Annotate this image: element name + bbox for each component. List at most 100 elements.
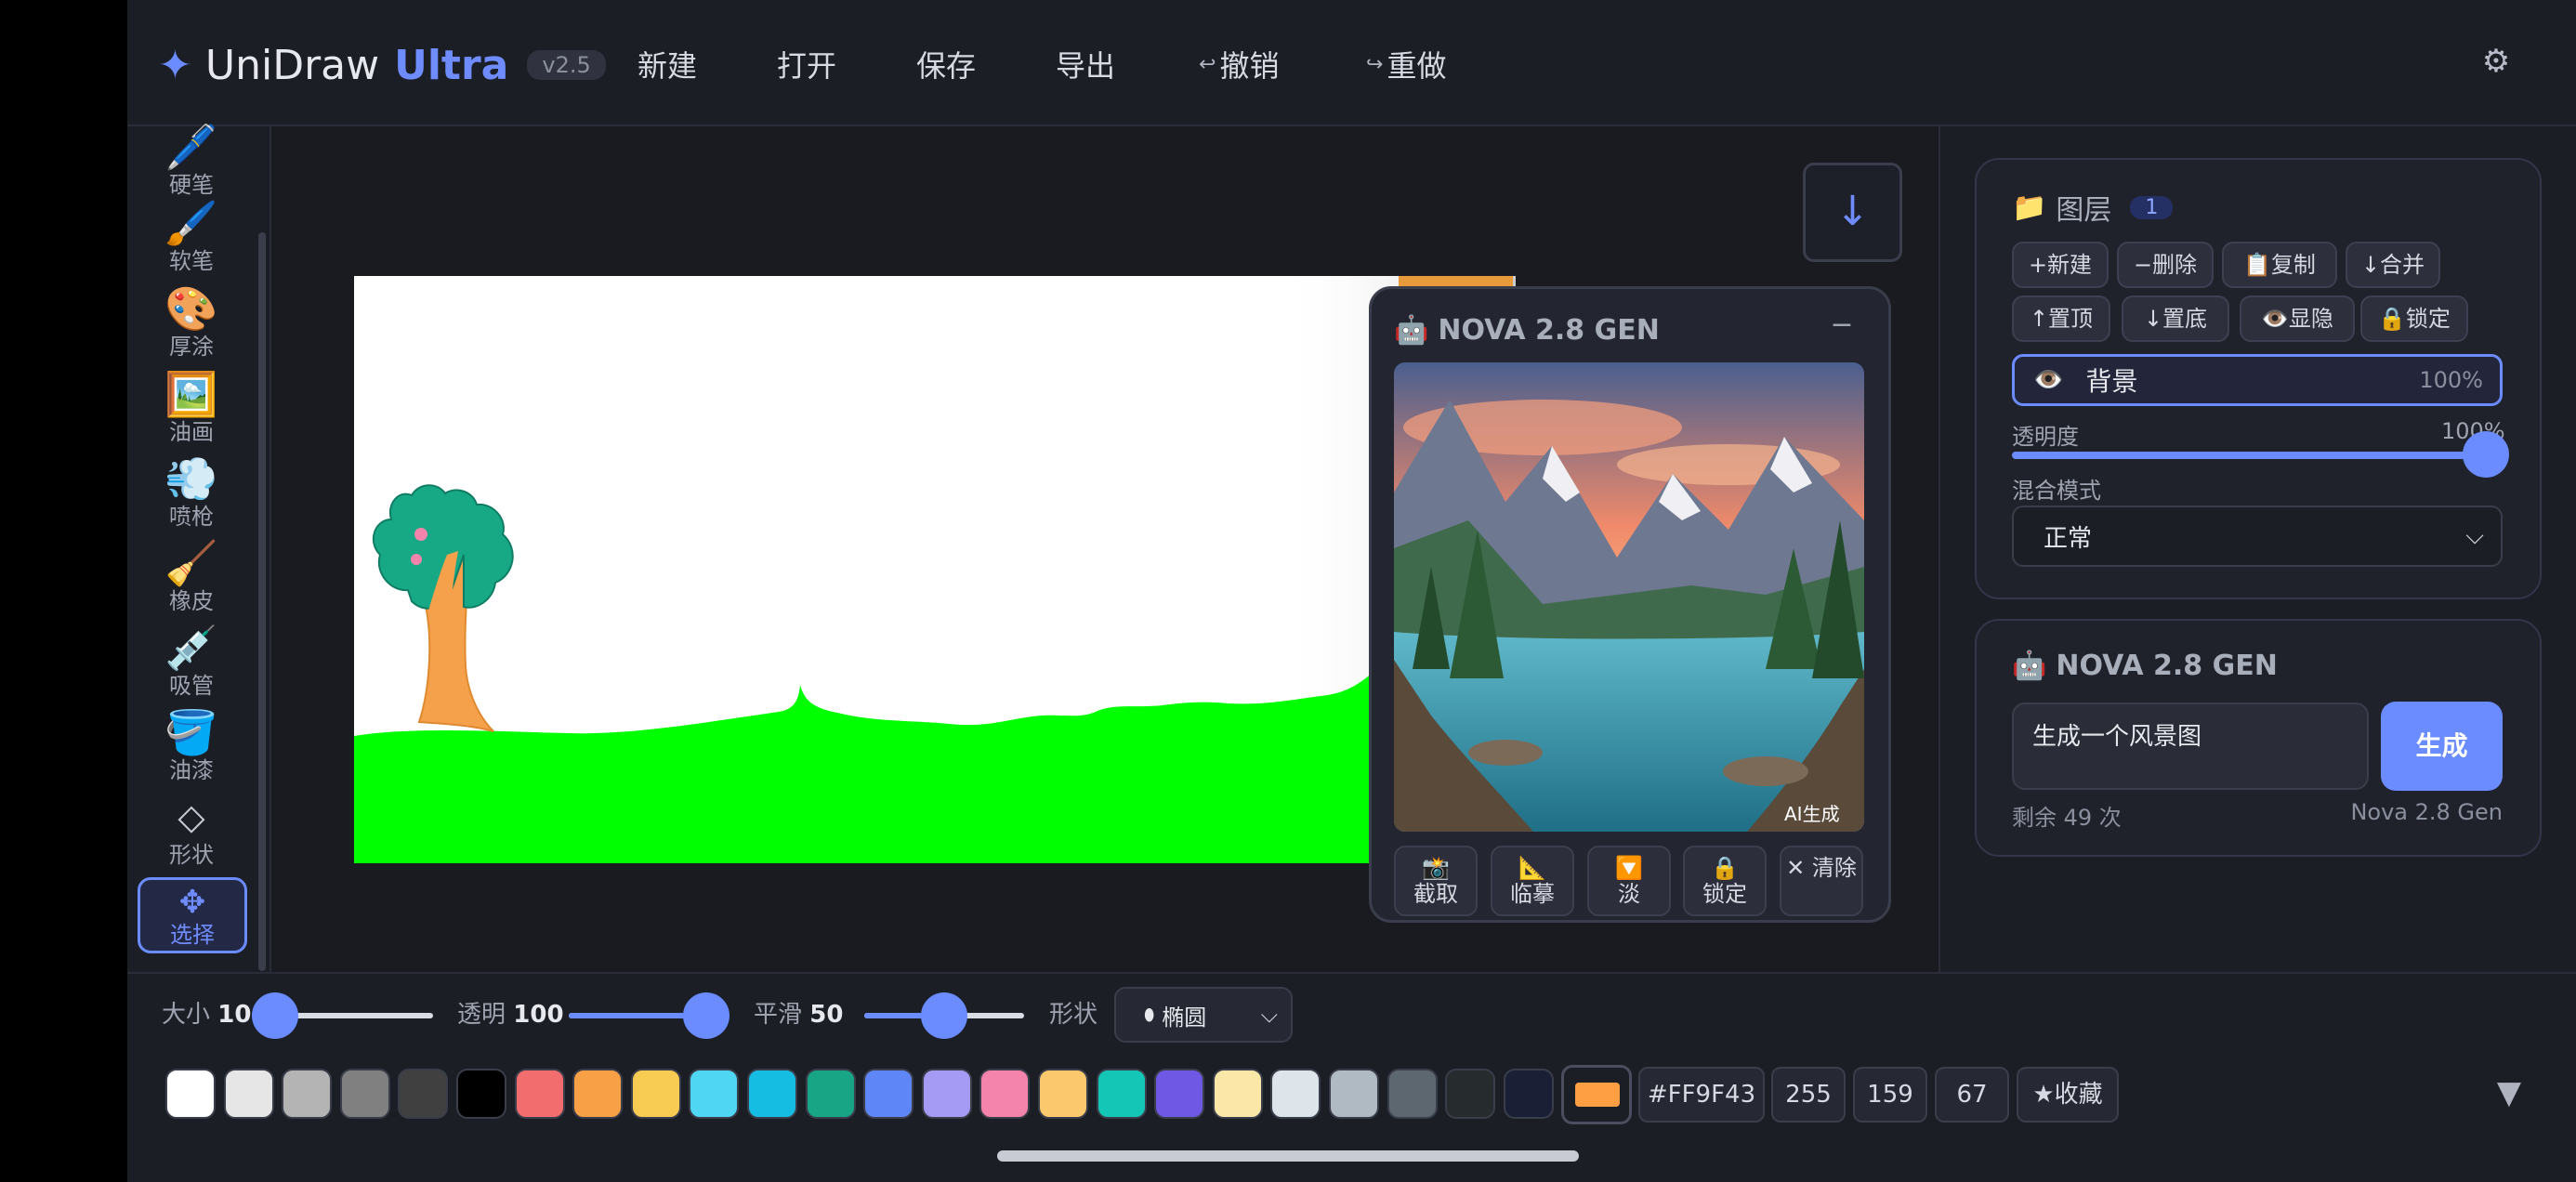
framed-picture-icon: 🖼️	[164, 369, 218, 419]
nova-trace-button[interactable]: 📐 临摹	[1491, 846, 1574, 916]
layer-lock-button[interactable]: 🔒锁定	[2360, 296, 2468, 342]
blend-mode-label: 混合模式	[2012, 478, 2101, 504]
tool-impasto[interactable]: 🎨 厚涂	[135, 284, 248, 361]
palette-swatch[interactable]	[282, 1069, 333, 1119]
slider-knob[interactable]	[683, 992, 729, 1039]
tool-label: 橡皮	[169, 588, 214, 614]
palette-swatch[interactable]	[689, 1069, 740, 1119]
palette-swatch[interactable]	[339, 1069, 390, 1119]
prompt-input[interactable]: 生成一个风景图	[2012, 703, 2369, 790]
robot-icon: 🤖	[1394, 313, 1429, 347]
nova-action-label: 淡	[1618, 881, 1640, 907]
tool-shape[interactable]: ◇ 形状	[135, 793, 248, 869]
layer-copy-button[interactable]: 📋复制	[2222, 242, 2337, 288]
palette-swatch[interactable]	[1329, 1069, 1379, 1119]
brush-shape-select[interactable]: ⬮ 椭圆 ⌵	[1114, 987, 1293, 1043]
tool-scrollbar[interactable]	[258, 232, 266, 971]
palette-swatch[interactable]	[630, 1069, 681, 1119]
menu-open[interactable]: 打开	[777, 41, 836, 87]
tool-select[interactable]: ✥ 选择	[138, 877, 247, 953]
tool-eyedropper[interactable]: 💉 吸管	[135, 624, 248, 700]
opacity-label: 透明度	[2012, 424, 2079, 450]
layer-bring-top-button[interactable]: ↑置顶	[2012, 296, 2110, 342]
brush-opacity-slider[interactable]	[569, 992, 729, 1039]
tool-label: 选择	[170, 922, 215, 948]
layer-item-background[interactable]: 👁️ 背景 100%	[2012, 354, 2503, 406]
layer-opacity-knob[interactable]	[2463, 431, 2509, 478]
palette-swatch[interactable]	[165, 1069, 216, 1119]
palette-swatch[interactable]	[1503, 1069, 1554, 1119]
layer-merge-button[interactable]: ↓合并	[2346, 242, 2440, 288]
palette-swatch[interactable]	[921, 1069, 972, 1119]
smoothing-slider[interactable]	[864, 992, 1024, 1039]
palette-swatch[interactable]	[514, 1069, 565, 1119]
tool-paint-bucket[interactable]: 🪣 油漆	[135, 708, 248, 784]
palette-swatch[interactable]	[747, 1069, 797, 1119]
palette-swatch[interactable]	[1154, 1069, 1205, 1119]
palette-swatch[interactable]	[1212, 1069, 1263, 1119]
left-black-strip	[0, 0, 127, 1182]
slider-knob[interactable]	[252, 992, 298, 1039]
nova-clear-button[interactable]: ✕ 清除	[1780, 846, 1863, 916]
palette-swatch[interactable]	[398, 1069, 449, 1119]
palette-swatch[interactable]	[1387, 1069, 1438, 1119]
palette-swatch[interactable]	[223, 1069, 274, 1119]
nova-fade-button[interactable]: 🔽 淡	[1587, 846, 1671, 916]
hex-input[interactable]: #FF9F43	[1638, 1067, 1765, 1123]
tool-hard-pen[interactable]: 🖊️ 硬笔	[135, 123, 248, 199]
ai-generated-tag: AI生成	[1784, 803, 1840, 825]
palette-swatch[interactable]	[572, 1069, 624, 1119]
slider-knob[interactable]	[921, 992, 967, 1039]
tool-oil-paint[interactable]: 🖼️ 油画	[135, 370, 248, 446]
opacity-brush-label: 透明 100	[457, 996, 564, 1033]
palette-swatch[interactable]	[456, 1069, 506, 1119]
menu-undo[interactable]: ↩ 撤销	[1199, 41, 1279, 87]
palette-swatch[interactable]	[1096, 1069, 1147, 1119]
settings-gear-icon[interactable]: ⚙	[2476, 41, 2517, 82]
brand-star-icon: ✦	[158, 41, 192, 89]
tool-label: 喷枪	[169, 504, 214, 530]
drawing-canvas[interactable]	[354, 276, 1516, 863]
menu-save[interactable]: 保存	[916, 41, 976, 87]
size-label: 大小 10	[162, 996, 251, 1033]
eye-icon[interactable]: 👁️	[2033, 366, 2063, 394]
blend-mode-select[interactable]: 正常 ⌵	[2012, 506, 2503, 567]
current-color-well[interactable]	[1561, 1065, 1632, 1124]
tool-soft-brush[interactable]: 🖌️ 软笔	[135, 199, 248, 275]
generate-button[interactable]: 生成	[2381, 702, 2503, 791]
menu-redo[interactable]: ↪ 重做	[1366, 41, 1446, 87]
layer-new-button[interactable]: +新建	[2012, 242, 2109, 288]
brush-opacity-label-text: 透明	[457, 1001, 506, 1029]
green-input[interactable]: 159	[1853, 1067, 1927, 1123]
nova-capture-button[interactable]: 📸 截取	[1394, 846, 1478, 916]
layer-opacity-slider[interactable]	[2012, 431, 2509, 478]
brush-opacity-value: 100	[513, 1001, 564, 1029]
ai-generated-landscape-image	[1394, 362, 1864, 832]
palette-swatch[interactable]	[805, 1069, 856, 1119]
tool-eraser[interactable]: 🧹 橡皮	[135, 539, 248, 615]
current-color-swatch	[1575, 1083, 1620, 1107]
nova-lock-button[interactable]: 🔒 锁定	[1683, 846, 1767, 916]
brand: ✦ UniDraw Ultra v2.5	[158, 37, 606, 93]
palette-swatch[interactable]	[1270, 1069, 1321, 1119]
nova-float-header: 🤖 NOVA 2.8 GEN	[1394, 310, 1660, 349]
favorite-color-button[interactable]: ★收藏	[2017, 1067, 2119, 1123]
blue-input[interactable]: 67	[1935, 1067, 2009, 1123]
brush-size-slider[interactable]	[252, 992, 433, 1039]
menu-export[interactable]: 导出	[1056, 41, 1115, 87]
palette-swatch[interactable]	[979, 1069, 1031, 1119]
red-input[interactable]: 255	[1771, 1067, 1846, 1123]
layer-visibility-button[interactable]: 👁️显隐	[2240, 296, 2355, 342]
layer-send-bottom-button[interactable]: ↓置底	[2122, 296, 2229, 342]
layer-delete-button[interactable]: −删除	[2117, 242, 2214, 288]
home-indicator	[997, 1150, 1579, 1162]
collapse-triangle-icon[interactable]: ▼	[2491, 1074, 2528, 1111]
brush-icon: 🖌️	[164, 198, 218, 248]
tool-airbrush[interactable]: 💨 喷枪	[135, 454, 248, 531]
download-arrow-button[interactable]: ↓	[1803, 163, 1902, 262]
palette-swatch[interactable]	[1445, 1069, 1496, 1119]
palette-swatch[interactable]	[863, 1069, 914, 1119]
palette-swatch[interactable]	[1038, 1069, 1088, 1119]
menu-new[interactable]: 新建	[637, 41, 697, 87]
minimize-icon[interactable]: −	[1825, 309, 1859, 342]
